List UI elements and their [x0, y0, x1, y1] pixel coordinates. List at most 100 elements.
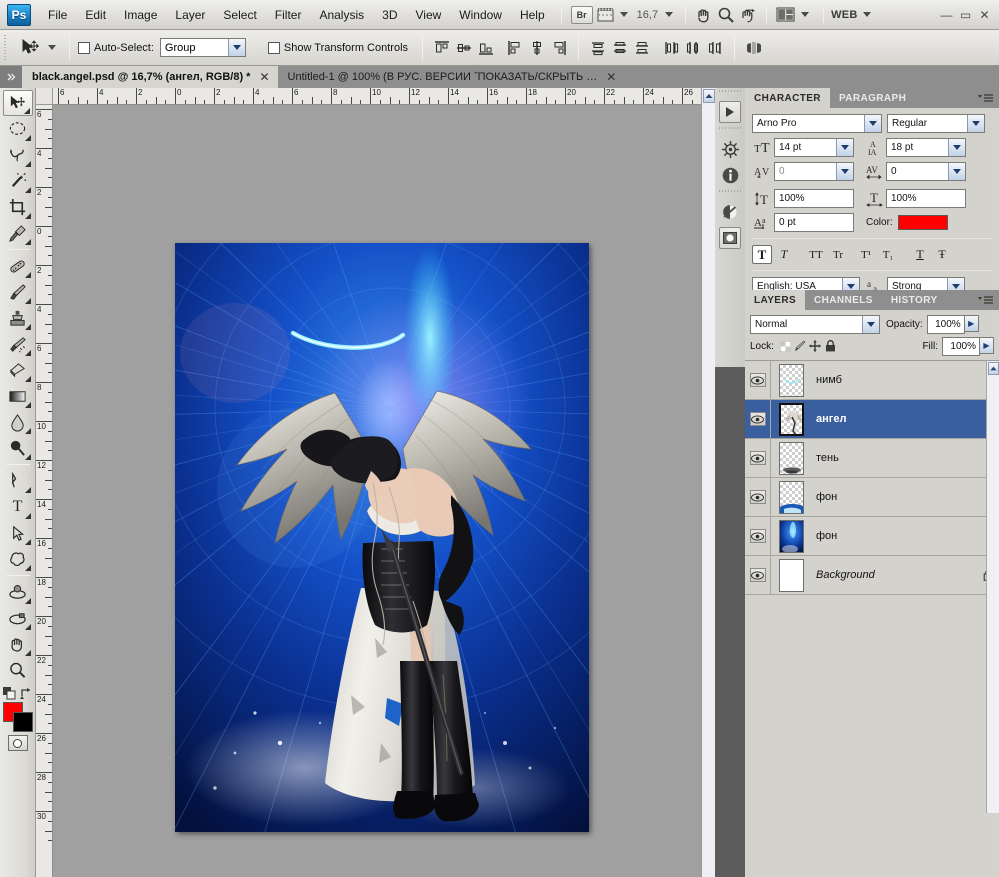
tool-zoom[interactable] — [3, 657, 33, 683]
distribute-right-edges-button[interactable] — [704, 37, 726, 59]
distribute-bottom-edges-button[interactable] — [631, 37, 653, 59]
table-row[interactable]: ангел — [745, 399, 999, 439]
dock-grip[interactable] — [719, 90, 741, 97]
tool-eraser[interactable] — [3, 357, 33, 383]
expand-panels-button[interactable] — [719, 101, 741, 123]
layer-name[interactable]: нимб — [811, 374, 977, 386]
align-right-edges-button[interactable] — [548, 37, 570, 59]
launch-bridge-button[interactable]: Br — [569, 5, 595, 25]
close-icon[interactable]: ✕ — [606, 70, 616, 84]
menu-image[interactable]: Image — [115, 5, 166, 25]
minimize-button[interactable]: — — [938, 6, 955, 23]
scroll-up-button[interactable] — [703, 89, 715, 103]
auto-select-checkbox[interactable] — [78, 41, 90, 54]
workspace-chevron-down-icon[interactable] — [862, 12, 871, 17]
eye-icon[interactable] — [749, 568, 766, 582]
tool-elliptical-marquee[interactable] — [3, 116, 33, 142]
lock-image-pixels-button[interactable] — [793, 338, 808, 354]
layer-thumbnail-cell[interactable] — [771, 478, 811, 517]
subscript-button[interactable]: T₁ — [878, 245, 898, 264]
tab-channels[interactable]: CHANNELS — [805, 290, 882, 310]
background-color-swatch[interactable] — [12, 712, 33, 732]
tool-history-brush[interactable] — [3, 331, 33, 357]
tab-character[interactable]: CHARACTER — [745, 88, 830, 108]
layer-visibility-cell[interactable] — [745, 516, 771, 556]
menu-file[interactable]: File — [39, 5, 76, 25]
table-row[interactable]: тень — [745, 438, 999, 478]
zoom-chevron-down-icon[interactable] — [665, 12, 674, 17]
distribute-top-edges-button[interactable] — [587, 37, 609, 59]
layer-visibility-cell[interactable] — [745, 361, 771, 400]
tool-path-selection[interactable] — [3, 520, 33, 546]
layer-visibility-cell[interactable] — [745, 477, 771, 517]
table-row[interactable]: нимб — [745, 361, 999, 400]
table-row[interactable]: Background — [745, 555, 999, 595]
menu-analysis[interactable]: Analysis — [310, 5, 373, 25]
menu-select[interactable]: Select — [214, 5, 265, 25]
ruler-origin-corner[interactable] — [36, 88, 53, 105]
zoom-level-value[interactable]: 16,7 — [635, 9, 660, 21]
close-button[interactable]: ✕ — [976, 6, 993, 23]
document-canvas[interactable] — [175, 243, 589, 832]
horizontal-scale-field[interactable]: 100% — [886, 189, 966, 208]
tab-paragraph[interactable]: PARAGRAPH — [829, 88, 916, 108]
blend-mode-dropdown[interactable]: Normal — [750, 314, 880, 334]
layer-name[interactable]: тень — [811, 452, 977, 464]
horizontal-ruler[interactable]: 6 4 2 0 2 4 6 8 10 12 14 16 18 20 22 24 26 — [53, 88, 708, 105]
layer-list-scrollbar[interactable] — [986, 361, 999, 813]
tab-history[interactable]: HISTORY — [881, 290, 947, 310]
tool-blur[interactable] — [3, 409, 33, 435]
menu-view[interactable]: View — [406, 5, 450, 25]
tool-move[interactable] — [2, 90, 33, 116]
character-panel-menu-button[interactable] — [978, 88, 999, 108]
tool-pen[interactable] — [3, 468, 33, 494]
tracking-field[interactable]: 0 — [886, 162, 966, 181]
document-tab-black-angel[interactable]: black.angel.psd @ 16,7% (ангел, RGB/8) *… — [22, 66, 278, 88]
font-family-dropdown[interactable]: Arno Pro — [752, 114, 882, 133]
opacity-field[interactable]: 100% — [926, 314, 965, 334]
vertical-scale-field[interactable]: 100% — [774, 189, 854, 208]
tab-layers[interactable]: LAYERS — [745, 290, 806, 310]
layer-visibility-cell[interactable] — [745, 438, 771, 478]
close-icon[interactable]: ✕ — [259, 70, 269, 84]
auto-align-layers-button[interactable] — [743, 37, 765, 59]
dock-grip[interactable] — [719, 127, 741, 134]
tool-hand[interactable] — [3, 631, 33, 657]
all-caps-button[interactable]: TT — [806, 245, 826, 264]
workspace-label[interactable]: WEB — [831, 9, 858, 21]
menu-3d[interactable]: 3D — [373, 5, 406, 25]
tab-bar-grip[interactable] — [0, 66, 22, 88]
tool-eyedropper[interactable] — [3, 220, 33, 246]
tool-horizontal-type[interactable]: T — [3, 494, 33, 520]
faux-italic-button[interactable]: T — [774, 245, 794, 264]
font-style-dropdown[interactable]: Regular — [887, 114, 985, 133]
document-tab-untitled-1[interactable]: Untitled-1 @ 100% (В РУС. ВЕРСИИ ˝ПОКАЗА… — [277, 66, 625, 88]
strikethrough-button[interactable]: Ŧ — [932, 245, 952, 264]
distribute-left-edges-button[interactable] — [660, 37, 682, 59]
layer-name[interactable]: фон — [811, 491, 977, 503]
layer-thumbnail-cell[interactable] — [771, 400, 811, 439]
layer-name[interactable]: Background — [811, 569, 977, 581]
info-panel-button[interactable] — [719, 164, 741, 186]
tool-lasso[interactable] — [3, 142, 33, 168]
layer-thumbnail-cell[interactable] — [771, 556, 811, 595]
current-tool-icon[interactable] — [17, 35, 43, 61]
lock-position-button[interactable] — [808, 338, 823, 354]
superscript-button[interactable]: T¹ — [856, 245, 876, 264]
tool-3d-orbit[interactable] — [3, 605, 33, 631]
leading-field[interactable]: 18 pt — [886, 138, 966, 157]
menu-filter[interactable]: Filter — [266, 5, 311, 25]
distribute-horizontal-centers-button[interactable] — [682, 37, 704, 59]
tool-gradient[interactable] — [3, 383, 33, 409]
navigator-panel-button[interactable] — [719, 138, 741, 160]
rotate-view-tool-button[interactable] — [737, 5, 759, 25]
options-bar-grip[interactable] — [4, 34, 11, 61]
tool-crop[interactable] — [3, 194, 33, 220]
table-row[interactable]: фон — [745, 477, 999, 517]
auto-select-dropdown[interactable]: Group — [159, 38, 246, 57]
font-size-field[interactable]: 14 pt — [774, 138, 854, 157]
menu-layer[interactable]: Layer — [166, 5, 214, 25]
view-extras-button[interactable] — [595, 5, 635, 25]
underline-button[interactable]: T — [910, 245, 930, 264]
eye-icon[interactable] — [749, 451, 766, 465]
